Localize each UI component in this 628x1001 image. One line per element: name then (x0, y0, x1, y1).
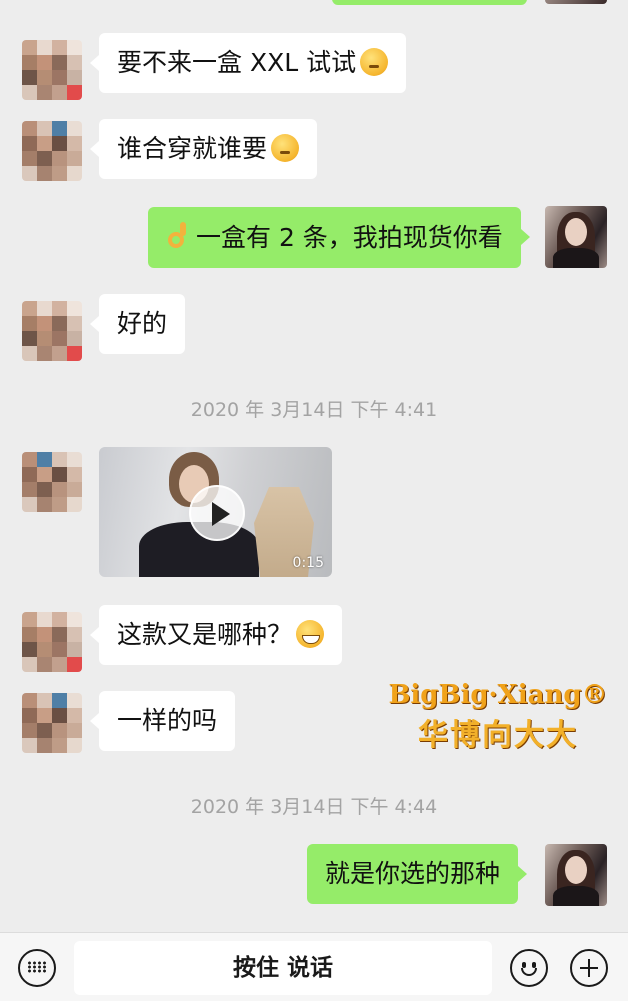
message-bubble-outgoing[interactable]: 就是你选的那种 (307, 844, 528, 904)
message-text: 一样的吗 (117, 706, 218, 735)
self-avatar[interactable] (545, 206, 607, 268)
contact-avatar[interactable] (22, 612, 82, 672)
video-message[interactable]: 0:15 (99, 447, 332, 577)
message-bubble[interactable]: 谁合穿就谁要 (89, 119, 318, 179)
emoji-icon[interactable] (510, 949, 548, 987)
watermark-chinese: 华博向大大 (418, 718, 578, 753)
message-text: 一盒有 2 条，我拍现货你看 (196, 223, 503, 252)
message-text: 这款又是哪种？ (117, 620, 293, 649)
message-bubble-outgoing[interactable]: 一盒有 2 条，我拍现货你看 (148, 207, 530, 268)
keyboard-icon[interactable] (18, 949, 56, 987)
timestamp: 2020 年 3月14日 下午 4:41 (190, 399, 438, 421)
self-avatar-partial[interactable] (545, 0, 607, 4)
input-bar: 按住 说话 (0, 932, 628, 1001)
hold-to-talk-button[interactable]: 按住 说话 (74, 941, 492, 995)
grinning-face-icon (296, 620, 325, 648)
thinking-face-icon (360, 48, 389, 76)
message-bubble[interactable]: 这款又是哪种？ (89, 605, 343, 665)
contact-avatar[interactable] (22, 40, 82, 100)
ok-hand-icon (166, 222, 188, 252)
self-avatar[interactable] (545, 844, 607, 906)
message-text: 要不来一盒 XXL 试试 (117, 48, 357, 77)
contact-avatar[interactable] (22, 452, 82, 512)
chat-area: 要不来一盒 XXL 试试 谁合穿就谁要 一盒有 2 条，我拍现货你看 好的 20… (0, 0, 628, 932)
contact-avatar[interactable] (22, 693, 82, 753)
message-bubble[interactable]: 一样的吗 (89, 691, 236, 751)
watermark-english: BigBig·Xiang® (388, 680, 608, 710)
message-bubble[interactable]: 要不来一盒 XXL 试试 (89, 33, 407, 93)
contact-avatar[interactable] (22, 121, 82, 181)
play-icon[interactable] (189, 485, 245, 541)
previous-outgoing-bubble[interactable] (332, 0, 527, 5)
message-bubble[interactable]: 好的 (89, 294, 186, 354)
timestamp: 2020 年 3月14日 下午 4:44 (190, 796, 438, 818)
video-duration: 0:15 (292, 555, 324, 571)
thinking-face-icon (271, 134, 300, 162)
contact-avatar[interactable] (22, 301, 82, 361)
message-text: 就是你选的那种 (325, 859, 501, 888)
message-text: 谁合穿就谁要 (117, 134, 268, 163)
message-text: 好的 (117, 309, 168, 338)
watermark: BigBig·Xiang® 华博向大大 (388, 680, 608, 754)
plus-icon[interactable] (570, 949, 608, 987)
